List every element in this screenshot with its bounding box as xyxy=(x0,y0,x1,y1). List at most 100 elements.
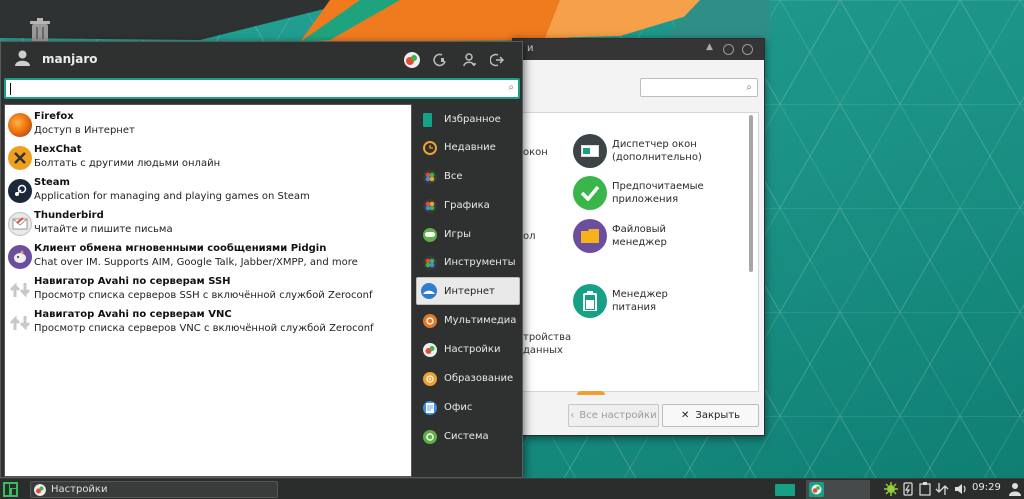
clipboard-icon[interactable] xyxy=(918,482,932,496)
category-favorites[interactable]: Избранное xyxy=(416,106,520,133)
settings-app-icon xyxy=(809,482,824,497)
category-system[interactable]: Система xyxy=(416,423,520,450)
settings-manager-icon xyxy=(404,51,420,68)
avahi-icon xyxy=(8,278,32,302)
pidgin-icon xyxy=(8,245,32,269)
shade-icon[interactable]: ▲ xyxy=(706,42,717,53)
clock[interactable]: 09:29 xyxy=(972,482,1001,493)
user-icon xyxy=(15,50,30,66)
category-office[interactable]: Офис xyxy=(416,394,520,421)
hexchat-icon xyxy=(8,146,32,170)
app-desc: Application for managing and playing gam… xyxy=(34,191,310,202)
settings-search-input[interactable]: ⌕ xyxy=(640,78,758,97)
logout-button[interactable] xyxy=(488,51,506,68)
settings-window-title: и xyxy=(527,43,534,54)
category-graphics[interactable]: Графика xyxy=(416,192,520,219)
category-label: Инструменты xyxy=(444,257,516,268)
network-icon[interactable] xyxy=(935,482,949,496)
category-label: Интернет xyxy=(444,285,495,297)
clock-icon xyxy=(423,140,437,155)
settings-scrollbar[interactable] xyxy=(749,115,753,272)
category-label: Недавние xyxy=(444,142,496,153)
start-menu-button[interactable] xyxy=(3,482,18,497)
thunderbird-icon xyxy=(8,212,32,236)
search-icon: ⌕ xyxy=(508,82,514,93)
settings-item-label: Предпочитаемые приложения xyxy=(612,181,704,205)
all-settings-button[interactable]: ‹ Все настройки xyxy=(568,404,659,427)
workspace-1-button[interactable] xyxy=(775,484,795,496)
app-desc: Просмотр списка серверов SSH с включённо… xyxy=(34,290,373,301)
window-manager-icon xyxy=(573,134,607,168)
folder-icon xyxy=(573,219,607,253)
all-apps-icon xyxy=(423,169,437,184)
category-label: Графика xyxy=(444,200,490,211)
app-item-pidgin[interactable]: Клиент обмена мгновенными сообщениями Pi… xyxy=(5,240,411,273)
partial-label-4: данных xyxy=(523,345,563,356)
app-item-avahi-vnc[interactable]: Навигатор Avahi по серверам VNC Просмотр… xyxy=(5,306,411,339)
category-education[interactable]: Образование xyxy=(416,365,520,392)
search-input[interactable] xyxy=(6,80,518,97)
close-label: Закрыть xyxy=(695,410,740,421)
internet-icon xyxy=(421,283,437,299)
firefox-icon xyxy=(8,113,32,137)
category-games[interactable]: Игры xyxy=(416,221,520,248)
category-internet[interactable]: Интернет xyxy=(416,277,520,305)
settings-app-icon xyxy=(34,484,46,496)
logout-icon xyxy=(490,53,504,66)
app-item-avahi-ssh[interactable]: Навигатор Avahi по серверам SSH Просмотр… xyxy=(5,273,411,306)
avahi-icon xyxy=(8,311,32,335)
switch-user-icon xyxy=(463,52,476,66)
settings-item-file-manager[interactable]: Файловый менеджер xyxy=(573,219,712,253)
app-item-hexchat[interactable]: HexChat Болтать с другими людьми онлайн xyxy=(5,141,411,174)
category-all[interactable]: Все xyxy=(416,163,520,190)
category-tools[interactable]: Инструменты xyxy=(416,249,520,276)
category-label: Мультимедиа xyxy=(444,315,517,326)
system-icon xyxy=(423,429,437,444)
category-label: Офис xyxy=(444,402,473,413)
settings-item-label: Диспетчер окон (дополнительно) xyxy=(612,139,702,163)
switch-user-button[interactable] xyxy=(461,51,479,68)
menu-search-field[interactable]: ⌕ xyxy=(4,78,520,99)
steam-icon xyxy=(8,179,32,203)
close-button[interactable]: ✕ Закрыть xyxy=(662,404,759,427)
app-name: Firefox xyxy=(34,111,74,122)
category-label: Игры xyxy=(444,229,471,240)
lock-screen-button[interactable] xyxy=(431,51,449,68)
battery-icon[interactable] xyxy=(901,482,915,496)
category-label: Избранное xyxy=(444,114,501,125)
category-recent[interactable]: Недавние xyxy=(416,134,520,161)
app-desc: Доступ в Интернет xyxy=(34,125,135,136)
settings-icon xyxy=(423,342,437,357)
minimize-button[interactable] xyxy=(723,44,734,55)
close-window-button[interactable] xyxy=(742,44,753,55)
tools-icon xyxy=(423,255,437,270)
office-icon xyxy=(423,400,437,415)
app-name: HexChat xyxy=(34,144,82,155)
settings-item-power-manager[interactable]: Менеджер питания xyxy=(573,284,712,318)
partial-label-3: тройства xyxy=(523,332,572,343)
settings-item-window-manager[interactable]: Диспетчер окон (дополнительно) xyxy=(573,134,712,168)
app-desc: Болтать с другими людьми онлайн xyxy=(34,158,221,169)
settings-titlebar[interactable]: и ▲ xyxy=(513,39,764,60)
volume-icon[interactable] xyxy=(954,482,968,496)
category-label: Система xyxy=(444,431,489,442)
games-icon xyxy=(423,227,437,242)
username: manjaro xyxy=(42,52,98,66)
category-settings[interactable]: Настройки xyxy=(416,336,520,363)
chevron-left-icon: ‹ xyxy=(570,410,575,421)
menu-header: manjaro xyxy=(1,42,522,76)
app-item-thunderbird[interactable]: Thunderbird Читайте и пишите письма xyxy=(5,207,411,240)
user-menu-icon[interactable] xyxy=(1009,482,1021,496)
app-name: Клиент обмена мгновенными сообщениями Pi… xyxy=(34,243,327,254)
category-multimedia[interactable]: Мультимедиа xyxy=(416,307,520,334)
education-icon xyxy=(423,371,437,386)
update-notifier-icon[interactable] xyxy=(884,482,898,496)
taskbar-window-label: Настройки xyxy=(51,484,108,495)
app-item-steam[interactable]: Steam Application for managing and playi… xyxy=(5,174,411,207)
settings-item-preferred-apps[interactable]: Предпочитаемые приложения xyxy=(573,176,712,210)
settings-manager-button[interactable] xyxy=(403,51,421,68)
workspace-2-button[interactable] xyxy=(806,480,870,499)
app-desc: Chat over IM. Supports AIM, Google Talk,… xyxy=(34,257,358,268)
app-item-firefox[interactable]: Firefox Доступ в Интернет xyxy=(5,108,411,141)
taskbar-window-settings[interactable]: Настройки xyxy=(30,481,278,498)
